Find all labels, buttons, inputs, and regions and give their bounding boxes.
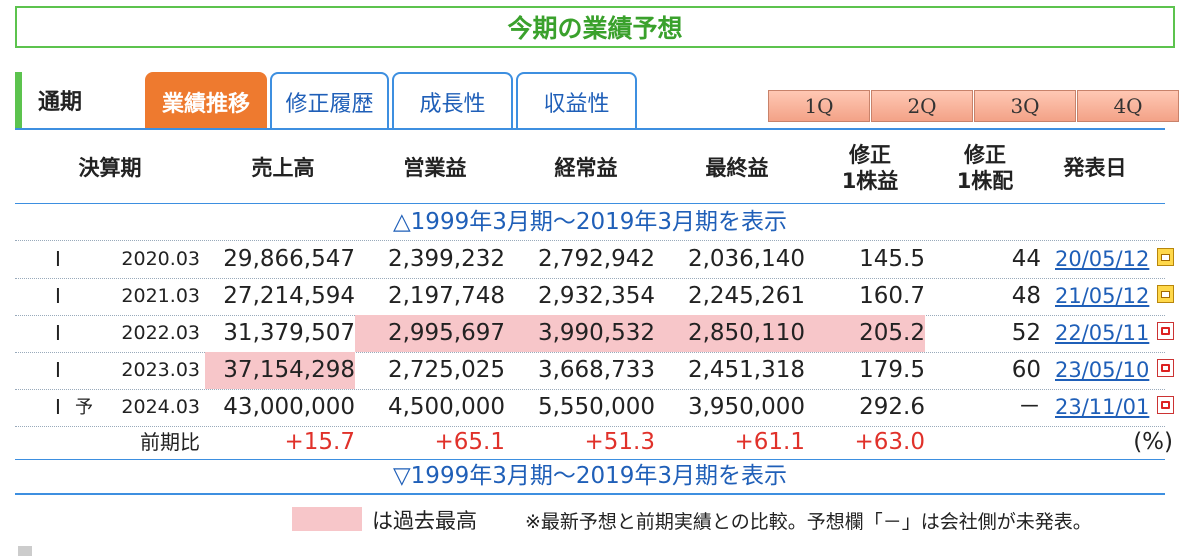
announce-date-link[interactable]: 22/05/11	[1055, 315, 1149, 352]
cell-sales: 27,214,594	[223, 283, 355, 309]
fiscal-period: 2022.03	[121, 322, 200, 344]
tab-profitability[interactable]: 収益性	[516, 72, 637, 130]
header-sales: 売上高	[251, 156, 315, 180]
announce-date-link[interactable]: 23/05/10	[1055, 352, 1149, 389]
row-mark: I	[55, 284, 61, 308]
yoy-row: 前期比 +15.7 +65.1 +51.3 +61.1 +63.0 (%)	[15, 424, 1173, 461]
row-mark: I	[55, 321, 61, 345]
cell-net: 2,036,140	[687, 246, 805, 272]
cell-sales-record-high: 37,154,298	[205, 352, 355, 389]
cell-operating: 4,500,000	[387, 394, 505, 420]
footnote: ※最新予想と前期実績との比較。予想欄「－」は会社側が未発表。	[525, 511, 1092, 533]
header-ordinary-income: 経常益	[554, 156, 618, 180]
section-title-text: 今期の業績予想	[507, 14, 683, 43]
fiscal-period: 2024.03	[121, 396, 200, 418]
cell-eps: 145.5	[859, 246, 925, 272]
cell-net-record-high: 2,850,110	[655, 315, 805, 352]
cell-net: 2,451,318	[687, 357, 805, 383]
yoy-label: 前期比	[140, 430, 200, 454]
cell-ordinary: 5,550,000	[537, 394, 655, 420]
forecast-mark: 予	[75, 397, 93, 418]
header-net-income: 最終益	[705, 156, 769, 180]
tab-growth[interactable]: 成長性	[392, 72, 513, 130]
legend-record-high-text: は過去最高	[372, 509, 477, 533]
announce-date-link[interactable]: 21/05/12	[1055, 278, 1149, 315]
row-mark: I	[55, 358, 61, 382]
cell-eps: 179.5	[859, 357, 925, 383]
quarter-button-3q[interactable]: 3Q	[974, 90, 1076, 122]
yoy-net: +61.1	[734, 429, 805, 455]
calendar-icon[interactable]	[1157, 248, 1174, 266]
cell-net: 2,245,261	[687, 283, 805, 309]
header-dps-line2: 1株配	[956, 169, 1014, 193]
section-title: 今期の業績予想	[15, 6, 1175, 48]
table-row: I 2022.03 31,379,507 2,995,697 3,990,532…	[15, 315, 1174, 352]
pdf-icon[interactable]	[1157, 396, 1174, 414]
tab-revision-history[interactable]: 修正履歴	[270, 72, 389, 130]
period-accent-bar	[15, 72, 22, 129]
cell-sales: 31,379,507	[223, 320, 355, 346]
table-row: I 2020.03 29,866,547 2,399,232 2,792,942…	[15, 241, 1174, 278]
header-period: 決算期	[78, 156, 142, 180]
cell-dps: 48	[1011, 283, 1041, 309]
quarter-button-1q[interactable]: 1Q	[768, 90, 870, 122]
yoy-unit: (%)	[1133, 429, 1173, 455]
header-dps: 修正 1株配	[935, 142, 1035, 194]
cell-sales: 29,866,547	[223, 246, 355, 272]
yoy-operating: +65.1	[434, 429, 505, 455]
quarter-button-2q[interactable]: 2Q	[871, 90, 973, 122]
header-announce-date: 発表日	[1063, 156, 1127, 180]
table-row: I 2021.03 27,214,594 2,197,748 2,932,354…	[15, 278, 1174, 315]
table-bottom-border	[15, 493, 1165, 495]
yoy-sales: +15.7	[284, 429, 355, 455]
legend-record-high-swatch	[292, 507, 362, 531]
row-mark: I	[55, 247, 61, 271]
fiscal-period: 2023.03	[121, 359, 200, 381]
calendar-icon[interactable]	[1157, 285, 1174, 303]
fiscal-period: 2020.03	[121, 248, 200, 270]
cell-eps: 292.6	[859, 394, 925, 420]
cell-dps: 52	[1011, 320, 1041, 346]
cell-dps: 60	[1011, 357, 1041, 383]
row-mark: I	[55, 395, 61, 419]
cell-dps: －	[1018, 394, 1041, 420]
cell-operating: 2,197,748	[387, 283, 505, 309]
toggle-show-history-top[interactable]: △1999年3月期～2019年3月期を表示	[15, 204, 1165, 240]
header-eps: 修正 1株益	[820, 142, 920, 194]
cell-ordinary: 3,668,733	[537, 357, 655, 383]
table-row: I 2023.03 37,154,298 2,725,025 3,668,733…	[15, 352, 1174, 389]
cell-operating: 2,725,025	[387, 357, 505, 383]
cell-operating: 2,399,232	[387, 246, 505, 272]
pdf-icon[interactable]	[1157, 359, 1174, 377]
yoy-eps: +63.0	[854, 429, 925, 455]
header-eps-line2: 1株益	[841, 169, 899, 193]
header-operating-income: 営業益	[403, 156, 467, 180]
header-dps-line1: 修正	[964, 143, 1006, 167]
cell-eps-record-high: 205.2	[805, 315, 925, 352]
quarter-button-4q[interactable]: 4Q	[1077, 90, 1179, 122]
cell-sales: 43,000,000	[223, 394, 355, 420]
cell-operating-record-high: 2,995,697	[355, 315, 505, 352]
cell-ordinary: 2,932,354	[537, 283, 655, 309]
table-row-forecast: I 予 2024.03 43,000,000 4,500,000 5,550,0…	[15, 389, 1174, 426]
period-label: 通期	[38, 90, 83, 115]
table-top-border	[15, 128, 1165, 130]
cell-ordinary-record-high: 3,990,532	[505, 315, 655, 352]
fiscal-period: 2021.03	[121, 285, 200, 307]
cell-dps: 44	[1011, 246, 1041, 272]
toggle-show-history-bottom[interactable]: ▽1999年3月期～2019年3月期を表示	[15, 459, 1165, 493]
header-eps-line1: 修正	[849, 143, 891, 167]
yoy-ordinary: +51.3	[584, 429, 655, 455]
tab-performance[interactable]: 業績推移	[145, 72, 267, 130]
cell-ordinary: 2,792,942	[537, 246, 655, 272]
announce-date-link[interactable]: 23/11/01	[1055, 389, 1149, 426]
pdf-icon[interactable]	[1157, 322, 1174, 340]
cell-eps: 160.7	[859, 283, 925, 309]
cell-net: 3,950,000	[687, 394, 805, 420]
announce-date-link[interactable]: 20/05/12	[1055, 241, 1149, 278]
